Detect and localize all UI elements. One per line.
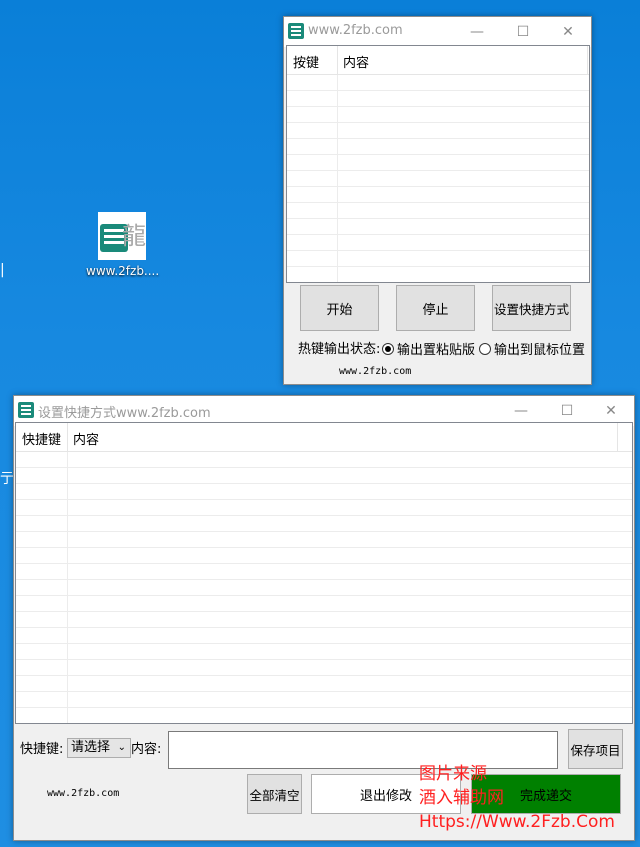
column-hotkey[interactable]: 快捷键 xyxy=(22,429,61,448)
watermark-line-1: 图片来源 xyxy=(419,764,487,784)
dialog-list-header: 快捷键 内容 xyxy=(16,423,632,452)
close-button[interactable]: ✕ xyxy=(545,17,591,47)
desktop-shortcut[interactable]: 龍 www.2fzb.... xyxy=(86,212,160,278)
maximize-button[interactable]: ☐ xyxy=(500,17,546,47)
column-content[interactable]: 内容 xyxy=(73,429,99,448)
dialog-title: 设置快捷方式www.2fzb.com xyxy=(38,406,211,421)
set-hotkey-button[interactable]: 设置快捷方式 xyxy=(492,285,571,331)
hotkey-select[interactable]: 请选择 ⌄ xyxy=(67,738,131,758)
desktop-shortcut-label: www.2fzb.... xyxy=(86,264,160,278)
radio-clipboard-label: 输出置粘贴版 xyxy=(397,343,476,358)
main-footer-text: www.2fzb.com xyxy=(339,366,412,377)
radio-selected-icon xyxy=(382,342,394,355)
app-shortcut-icon: 龍 xyxy=(98,212,146,260)
content-label: 内容: xyxy=(131,742,162,757)
hotkey-list-rows xyxy=(287,75,589,282)
main-window: www.2fzb.com — ☐ ✕ 按键 内容 开始 停止 设置快捷方式 热键… xyxy=(283,16,592,385)
hotkey-list[interactable]: 按键 内容 xyxy=(286,45,590,283)
column-key[interactable]: 按键 xyxy=(293,52,319,71)
hotkey-select-value: 请选择 xyxy=(71,740,111,755)
clear-all-button[interactable]: 全部清空 xyxy=(247,774,302,814)
watermark-line-3: Https://Www.2Fzb.Com xyxy=(419,812,615,832)
minimize-button[interactable]: — xyxy=(454,17,500,47)
watermark-line-2: 酒入辅助网 xyxy=(419,788,504,808)
stop-button[interactable]: 停止 xyxy=(396,285,475,331)
dialog-footer-text: www.2fzb.com xyxy=(47,788,120,799)
column-content[interactable]: 内容 xyxy=(343,52,369,71)
dialog-hotkey-list[interactable]: 快捷键 内容 xyxy=(15,422,633,724)
start-button[interactable]: 开始 xyxy=(300,285,379,331)
radio-output-clipboard[interactable]: 输出置粘贴版 xyxy=(382,339,475,358)
dialog-logo-icon xyxy=(18,402,34,418)
hotkey-list-header: 按键 内容 xyxy=(287,46,589,75)
desktop-edge-glyph-2: 亍 xyxy=(0,471,14,487)
radio-mouse-label: 输出到鼠标位置 xyxy=(494,343,586,358)
main-window-title: www.2fzb.com xyxy=(308,23,403,38)
app-logo-icon xyxy=(288,23,304,39)
hotkey-label: 快捷键: xyxy=(20,742,64,757)
main-titlebar: www.2fzb.com — ☐ ✕ xyxy=(284,17,591,47)
source-watermark: 图片来源 酒入辅助网 Https://Www.2Fzb.Com xyxy=(419,762,615,834)
dialog-list-rows xyxy=(16,452,632,723)
desktop-edge-glyph: | xyxy=(0,262,5,278)
output-status-label: 热键输出状态: xyxy=(298,342,381,357)
radio-output-mouse[interactable]: 输出到鼠标位置 xyxy=(479,339,585,358)
chevron-down-icon: ⌄ xyxy=(117,742,126,753)
radio-unselected-icon xyxy=(479,342,491,355)
